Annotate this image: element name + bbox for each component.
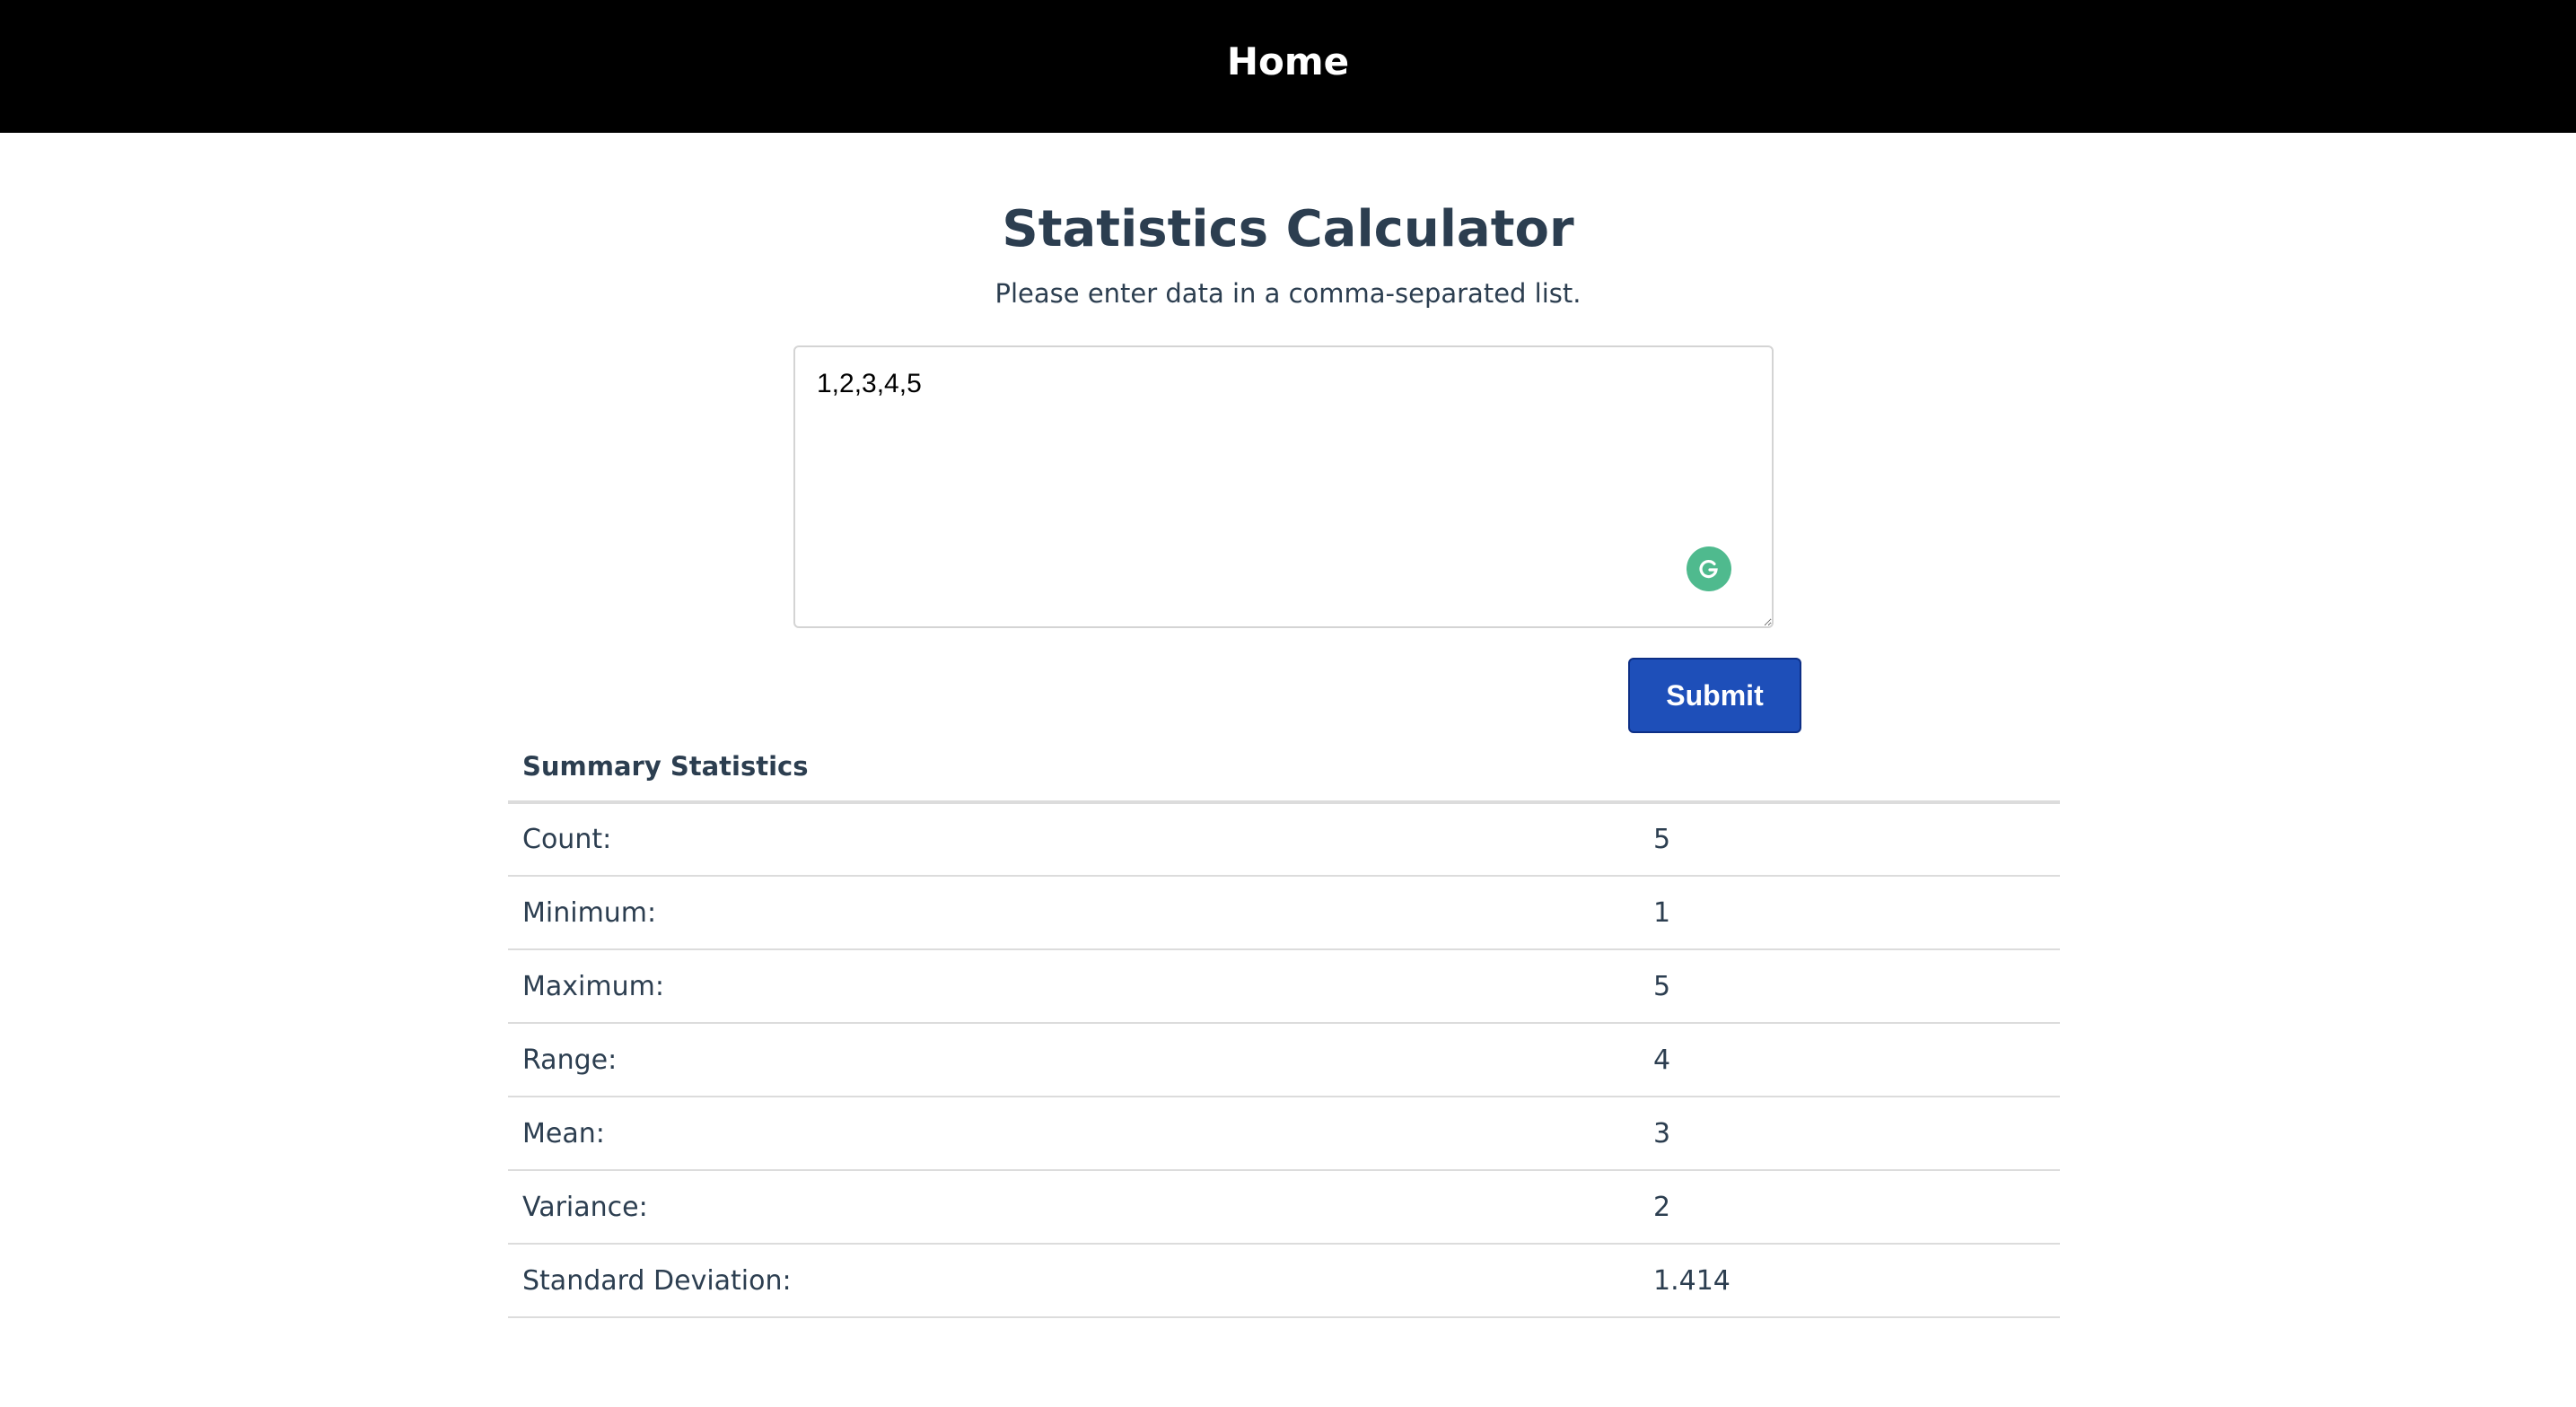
navbar: Home [0, 0, 2576, 133]
table-row: Variance: 2 [508, 1170, 2060, 1245]
grammarly-icon[interactable] [1687, 546, 1731, 591]
standard-deviation-value: 1.414 [1653, 1244, 2060, 1318]
table-header-row: Summary Statistics [508, 731, 2060, 804]
page-title: Statistics Calculator [1002, 200, 1574, 258]
table-row: Mean: 3 [508, 1097, 2060, 1171]
variance-label: Variance: [508, 1170, 1653, 1245]
standard-deviation-label: Standard Deviation: [508, 1244, 1653, 1318]
minimum-value: 1 [1653, 876, 2060, 950]
table-row: Maximum: 5 [508, 949, 2060, 1024]
page-subtitle: Please enter data in a comma-separated l… [994, 278, 1582, 309]
table-row: Standard Deviation: 1.414 [508, 1244, 2060, 1318]
count-label: Count: [508, 802, 1653, 877]
table-row: Range: 4 [508, 1023, 2060, 1097]
table-row: Minimum: 1 [508, 876, 2060, 950]
count-value: 5 [1653, 802, 2060, 877]
data-input-wrapper [793, 345, 1774, 628]
range-label: Range: [508, 1023, 1653, 1097]
submit-button[interactable]: Submit [1628, 658, 1801, 733]
minimum-label: Minimum: [508, 876, 1653, 950]
variance-value: 2 [1653, 1170, 2060, 1245]
maximum-label: Maximum: [508, 949, 1653, 1024]
summary-statistics-heading: Summary Statistics [508, 731, 2060, 804]
mean-value: 3 [1653, 1097, 2060, 1171]
range-value: 4 [1653, 1023, 2060, 1097]
nav-home-link[interactable]: Home [1227, 39, 1349, 83]
summary-statistics-table: Summary Statistics Count: 5 Minimum: 1 M… [508, 731, 2060, 1318]
mean-label: Mean: [508, 1097, 1653, 1171]
data-input[interactable] [793, 345, 1774, 628]
maximum-value: 5 [1653, 949, 2060, 1024]
table-row: Count: 5 [508, 802, 2060, 877]
